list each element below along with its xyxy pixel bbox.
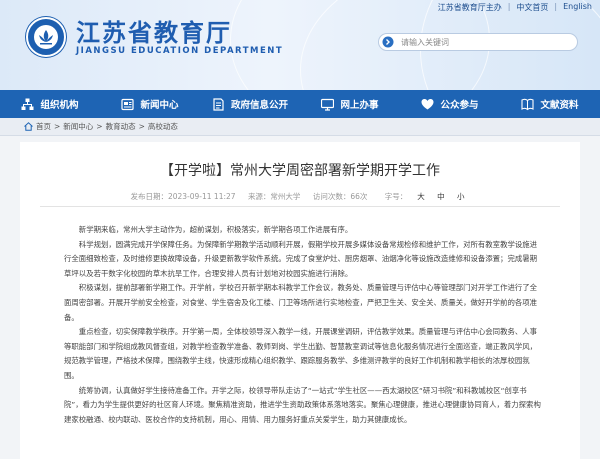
article-panel: 【开学啦】常州大学周密部署新学期开学工作 发布日期：2023-09-11 11:… — [20, 142, 580, 459]
breadcrumb-home[interactable]: 首页 — [36, 121, 51, 132]
chinese-home-link[interactable]: 中文首页 — [516, 2, 548, 13]
site-header: 江苏省教育厅主办 | 中文首页 | English 江苏省教育厅 JIANGSU… — [0, 0, 600, 90]
site-title: 江苏省教育厅 — [76, 18, 232, 47]
public-participation-icon — [421, 98, 434, 109]
font-size-medium[interactable]: 中 — [437, 192, 445, 201]
article-body: 新学期来临，常州大学主动作为，超前谋划，积极落实，新学期各项工作进展有序。 科学… — [64, 223, 542, 427]
font-size-control: 字号： 大 中 小 — [380, 192, 470, 201]
article-paragraph: 科学规划，圆满完成开学保障任务。为保障新学期教学活动顺利开展，假期学校开展多媒体… — [64, 239, 538, 278]
nav-item-organization[interactable]: 组织机构 — [0, 90, 100, 118]
nav-label: 网上办事 — [340, 100, 379, 111]
article-meta: 发布日期：2023-09-11 11:27 来源：常州大学 访问次数：66次 字… — [20, 191, 580, 202]
view-count: 访问次数：66次 — [312, 192, 368, 201]
logo-emblem — [34, 25, 58, 49]
article-paragraph: 重点检查，切实保障教学秩序。开学第一周，全体校领导深入教学一线，开展课堂调研，评… — [64, 327, 538, 380]
top-links: 江苏省教育厅主办 | 中文首页 | English — [438, 2, 592, 13]
english-link[interactable]: English — [563, 2, 592, 13]
font-size-label: 字号： — [384, 192, 408, 201]
government-info-icon — [213, 97, 224, 111]
breadcrumb-separator: > — [138, 122, 145, 131]
breadcrumb-news-center[interactable]: 新闻中心 — [63, 121, 93, 132]
nav-item-documents[interactable]: 文献资料 — [500, 90, 600, 118]
breadcrumb-separator: > — [54, 122, 61, 131]
home-icon — [24, 122, 33, 131]
main-nav: 组织机构 新闻中心 政府信息公开 网上办事 公众参与 文献资料 — [0, 90, 600, 118]
search-placeholder: 请输入关键词 — [401, 38, 449, 47]
nav-label: 组织机构 — [40, 100, 79, 111]
organizer-link[interactable]: 江苏省教育厅主办 — [438, 2, 502, 13]
font-size-large[interactable]: 大 — [417, 192, 425, 201]
search-input[interactable]: 请输入关键词 — [378, 33, 578, 51]
breadcrumb-education-news[interactable]: 教育动态 — [106, 121, 136, 132]
font-size-small[interactable]: 小 — [457, 192, 465, 201]
nav-item-online-service[interactable]: 网上办事 — [300, 90, 400, 118]
nav-item-government-info[interactable]: 政府信息公开 — [200, 90, 300, 118]
breadcrumb-separator: > — [96, 122, 103, 131]
news-icon — [121, 98, 135, 110]
breadcrumb: 首页 > 新闻中心 > 教育动态 > 高校动态 — [0, 118, 600, 136]
sitemap-icon — [21, 98, 34, 110]
nav-label: 新闻中心 — [140, 100, 179, 111]
site-subtitle: JIANGSU EDUCATION DEPARTMENT — [76, 46, 284, 56]
nav-label: 政府信息公开 — [230, 100, 288, 111]
separator: | — [507, 2, 511, 11]
breadcrumb-university-news[interactable]: 高校动态 — [148, 121, 178, 132]
nav-item-news[interactable]: 新闻中心 — [100, 90, 200, 118]
search-icon[interactable] — [382, 36, 394, 48]
title-divider — [40, 206, 560, 207]
nav-item-public-participation[interactable]: 公众参与 — [400, 90, 500, 118]
online-service-icon — [321, 98, 335, 111]
nav-label: 文献资料 — [540, 100, 579, 111]
nav-label: 公众参与 — [440, 100, 479, 111]
article-title: 【开学啦】常州大学周密部署新学期开学工作 — [160, 163, 440, 179]
separator: | — [554, 2, 558, 11]
publish-date: 发布日期：2023-09-11 11:27 — [130, 192, 236, 201]
lotus-icon — [39, 30, 53, 45]
article-paragraph: 新学期来临，常州大学主动作为，超前谋划，积极落实，新学期各项工作进展有序。 — [78, 225, 353, 234]
article-paragraph: 积极谋划，提前部署新学期工作。开学前，学校召开新学期本科教学工作会议，教务处、质… — [64, 283, 538, 322]
article-source: 来源：常州大学 — [247, 192, 301, 201]
article-paragraph: 统筹协调，认真做好学生接待准备工作。开学之际，校领导带队走访了“一站式”学生社区… — [64, 385, 541, 424]
site-logo[interactable] — [26, 17, 66, 57]
documents-icon — [521, 98, 535, 110]
